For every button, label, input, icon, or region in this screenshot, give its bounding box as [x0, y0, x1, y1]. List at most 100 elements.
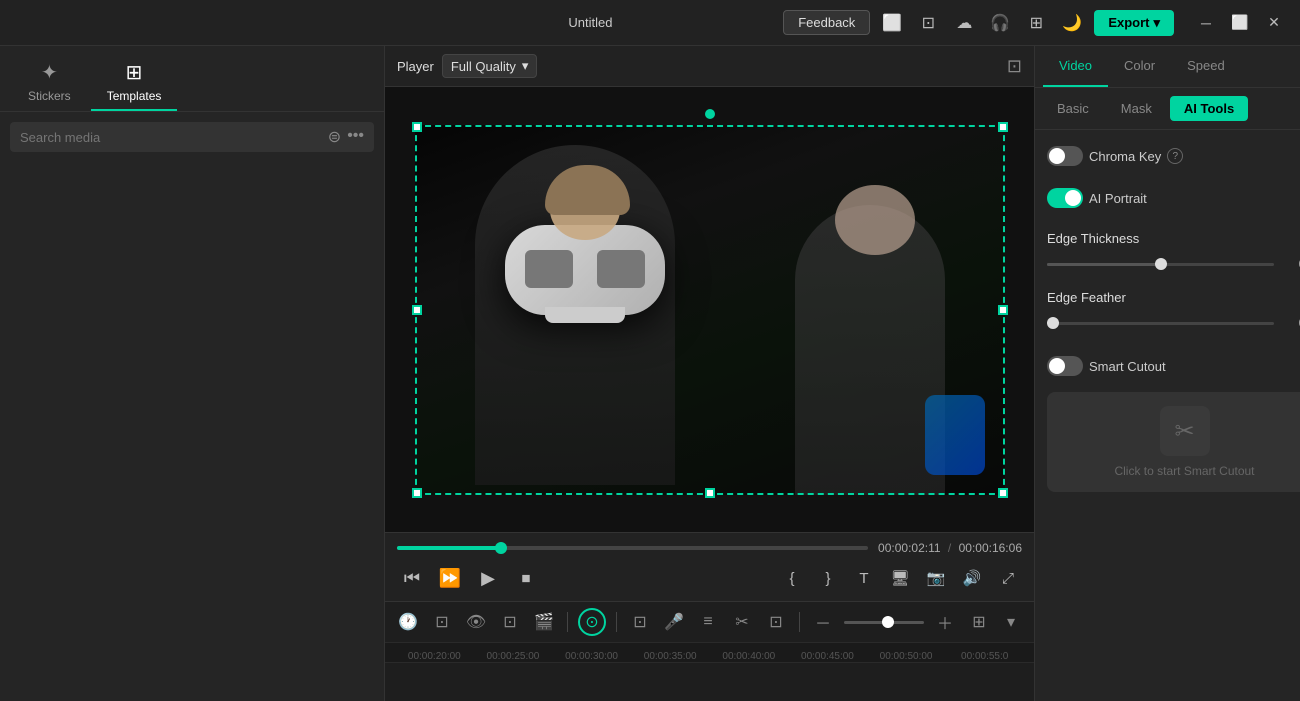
zoom-track[interactable]: [844, 621, 924, 624]
handle-top-middle[interactable]: [705, 109, 715, 119]
monitor2-icon[interactable]: 🖥: [886, 564, 914, 592]
smart-cutout-icon: ✂: [1160, 406, 1210, 456]
timeline-area: 🕐 ⊡ 👁 ⊡ 🎬 ⊙ ⊡ 🎤 ≡ ✂ ⊡ －: [385, 601, 1034, 701]
edge-thickness-track[interactable]: [1047, 263, 1274, 266]
play-icon[interactable]: ▶: [473, 563, 503, 593]
left-tab-bar: ✦ Stickers ⊞ Templates: [0, 46, 384, 112]
edge-feather-track[interactable]: [1047, 322, 1274, 325]
quality-select[interactable]: Full Quality ▾: [442, 54, 538, 78]
cloud-upload-icon[interactable]: ☁: [950, 9, 978, 37]
progress-track[interactable]: [397, 546, 868, 550]
stop-icon[interactable]: ⏹: [511, 563, 541, 593]
close-button[interactable]: ✕: [1260, 9, 1288, 37]
video-clip-icon[interactable]: 🎬: [531, 609, 557, 635]
ai-portrait-toggle[interactable]: [1047, 188, 1083, 208]
sidebar-item-templates[interactable]: ⊞ Templates: [91, 54, 178, 111]
theme-icon[interactable]: 🌙: [1058, 9, 1086, 37]
search-input[interactable]: [20, 130, 320, 145]
frame-back-icon[interactable]: ⏩: [435, 563, 465, 593]
player-label: Player: [397, 59, 434, 74]
more-timeline-icon[interactable]: ▾: [998, 609, 1024, 635]
center-panel: Player Full Quality ▾ ⊡: [385, 46, 1034, 701]
text-icon[interactable]: T: [850, 564, 878, 592]
eye-icon[interactable]: 👁: [463, 609, 489, 635]
edge-feather-thumb[interactable]: [1047, 317, 1059, 329]
fullscreen2-icon[interactable]: ⤢: [994, 564, 1022, 592]
topbar: Untitled Feedback ⬜ ⊡ ☁ 🎧 ⊞ 🌙 Export ▾ ─…: [0, 0, 1300, 46]
chroma-key-toggle[interactable]: [1047, 146, 1083, 166]
stickers-label: Stickers: [28, 89, 71, 103]
quality-label: Full Quality: [451, 59, 516, 74]
video-canvas: [385, 87, 1034, 532]
ai-portrait-row: AI Portrait ◇: [1047, 184, 1300, 212]
subtab-mask[interactable]: Mask: [1107, 96, 1166, 121]
clock-icon[interactable]: 🕐: [395, 609, 421, 635]
search-bar: ⊜ •••: [10, 122, 374, 152]
maximize-button[interactable]: ⬜: [1226, 9, 1254, 37]
current-time: 00:00:02:11: [878, 541, 941, 555]
smart-cutout-preview[interactable]: ✂ Click to start Smart Cutout: [1047, 392, 1300, 492]
progress-fill: [397, 546, 501, 550]
zoom-in-icon[interactable]: ＋: [932, 609, 958, 635]
mark-out-icon[interactable]: }: [814, 564, 842, 592]
ruler-labels: 00:00:20:00 00:00:25:00 00:00:30:00 00:0…: [395, 651, 1024, 662]
skip-back-icon[interactable]: ⏮: [397, 563, 427, 593]
time-display: 00:00:02:11 / 00:00:16:06: [878, 541, 1022, 555]
record-icon[interactable]: ⊙: [578, 608, 606, 636]
smart-cutout-toggle[interactable]: [1047, 356, 1083, 376]
ruler-label: 00:00:30:00: [552, 651, 631, 662]
mark-in-icon[interactable]: {: [778, 564, 806, 592]
player-controls: 00:00:02:11 / 00:00:16:06 ⏮ ⏩ ▶ ⏹ { } T …: [385, 532, 1034, 601]
magnet-icon[interactable]: ⊡: [497, 609, 523, 635]
edge-thickness-slider-row: 0.00: [1047, 257, 1300, 271]
grid-icon[interactable]: ⊞: [1022, 9, 1050, 37]
feedback-button[interactable]: Feedback: [783, 10, 870, 35]
save-icon[interactable]: ⊡: [914, 9, 942, 37]
video-background: [415, 125, 1005, 495]
right-panel: Video Color Speed Basic Mask AI Tools Ch…: [1034, 46, 1300, 701]
right-subtab-bar: Basic Mask AI Tools: [1035, 88, 1300, 130]
more-icon[interactable]: •••: [347, 127, 364, 147]
timeline-right: ⊞ ▾: [966, 609, 1024, 635]
ruler-label: 00:00:50:00: [867, 651, 946, 662]
subtab-ai-tools[interactable]: AI Tools: [1170, 96, 1248, 121]
edge-thickness-thumb[interactable]: [1155, 258, 1167, 270]
search-actions: ⊜ •••: [328, 127, 364, 147]
zoom-bar: [844, 621, 924, 624]
minimize-button[interactable]: ─: [1192, 9, 1220, 37]
sidebar-item-stickers[interactable]: ✦ Stickers: [12, 54, 87, 111]
fullscreen-icon[interactable]: ⊡: [1007, 56, 1022, 77]
timeline-toolbar: 🕐 ⊡ 👁 ⊡ 🎬 ⊙ ⊡ 🎤 ≡ ✂ ⊡ －: [385, 602, 1034, 643]
filter-icon[interactable]: ⊜: [328, 127, 341, 147]
topbar-right: Feedback ⬜ ⊡ ☁ 🎧 ⊞ 🌙 Export ▾ ─ ⬜ ✕: [783, 9, 1288, 37]
pip-icon[interactable]: ⊡: [763, 609, 789, 635]
grid-view-icon[interactable]: ⊞: [966, 609, 992, 635]
shield-icon[interactable]: ⊡: [627, 609, 653, 635]
edge-feather-label: Edge Feather: [1047, 290, 1126, 305]
tab-video[interactable]: Video: [1043, 46, 1108, 87]
zoom-thumb[interactable]: [882, 616, 894, 628]
progress-thumb[interactable]: [495, 542, 507, 554]
edge-thickness-fill: [1047, 263, 1161, 266]
volume-icon[interactable]: 🔊: [958, 564, 986, 592]
chroma-key-row: Chroma Key ? ◇: [1047, 142, 1300, 170]
scissors-icon[interactable]: ✂: [729, 609, 755, 635]
edge-feather-section: Edge Feather ◇ 0.00: [1047, 285, 1300, 330]
ruler-label: 00:00:45:00: [788, 651, 867, 662]
video-frame: [415, 125, 1005, 495]
help-icon[interactable]: ?: [1167, 148, 1183, 164]
mic-icon[interactable]: 🎤: [661, 609, 687, 635]
edge-thickness-row: Edge Thickness ◇: [1047, 226, 1300, 251]
list-icon[interactable]: ≡: [695, 609, 721, 635]
headphone-icon[interactable]: 🎧: [986, 9, 1014, 37]
subtab-basic[interactable]: Basic: [1043, 96, 1103, 121]
edge-thickness-label: Edge Thickness: [1047, 231, 1139, 246]
monitor-icon[interactable]: ⬜: [878, 9, 906, 37]
tab-speed[interactable]: Speed: [1171, 46, 1241, 87]
timeline-ruler: 00:00:20:00 00:00:25:00 00:00:30:00 00:0…: [385, 643, 1034, 663]
zoom-out-icon[interactable]: －: [810, 609, 836, 635]
export-button[interactable]: Export ▾: [1094, 10, 1174, 36]
fit-icon[interactable]: ⊡: [429, 609, 455, 635]
tab-color[interactable]: Color: [1108, 46, 1171, 87]
screenshot-icon[interactable]: 📷: [922, 564, 950, 592]
